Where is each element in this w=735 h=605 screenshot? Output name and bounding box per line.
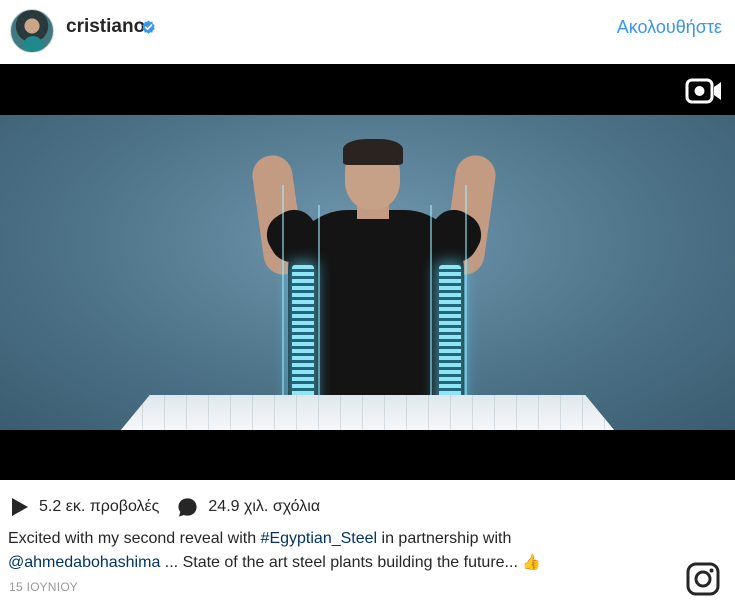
hologram-line-left xyxy=(282,185,284,415)
caption-text: ... State of the art steel plants buildi… xyxy=(160,554,523,571)
hologram-line-right xyxy=(430,205,432,415)
caption-text: in partnership with xyxy=(377,530,512,547)
comment-icon[interactable] xyxy=(177,497,198,518)
post-stats: 5.2 εκ. προβολές 24.9 χιλ. σχόλια xyxy=(11,495,320,519)
hashtag-link[interactable]: #Egyptian_Steel xyxy=(261,530,378,547)
caption-text: Excited with my second reveal with xyxy=(8,530,261,547)
video-figure-hair xyxy=(343,139,403,165)
profile-avatar[interactable] xyxy=(10,9,54,53)
hologram-bar-left xyxy=(292,265,314,415)
post-header: cristiano Ακολουθήστε xyxy=(0,0,735,64)
comment-count[interactable]: 24.9 χιλ. σχόλια xyxy=(208,498,320,516)
play-icon xyxy=(12,498,28,516)
post-caption: Excited with my second reveal with #Egyp… xyxy=(8,527,648,575)
hologram-line-right-2 xyxy=(465,185,467,415)
thumbs-up-emoji: 👍 xyxy=(522,554,542,571)
video-frame xyxy=(0,115,735,430)
username-link[interactable]: cristiano xyxy=(66,16,145,38)
instagram-logo-icon[interactable] xyxy=(685,561,721,597)
hologram-line-left-2 xyxy=(318,205,320,415)
follow-button[interactable]: Ακολουθήστε xyxy=(617,17,722,38)
verified-badge-icon xyxy=(142,20,155,34)
mention-link[interactable]: @ahmedabohashima xyxy=(8,554,160,571)
video-table-grid xyxy=(120,395,615,430)
video-camera-icon xyxy=(685,78,721,104)
video-player[interactable] xyxy=(0,64,735,480)
post-date[interactable]: 15 ΙΟΥΝΙΟΥ xyxy=(9,580,78,594)
hologram-bar-right xyxy=(439,265,461,415)
view-count: 5.2 εκ. προβολές xyxy=(39,498,160,515)
